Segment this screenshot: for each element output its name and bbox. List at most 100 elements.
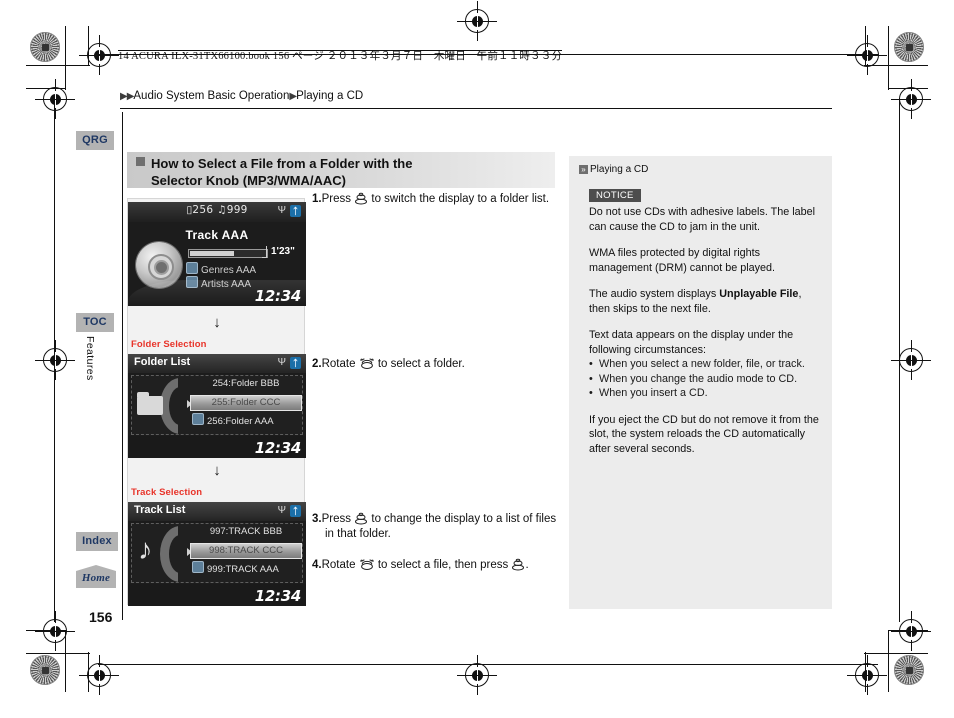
list-title: Folder List (134, 356, 191, 368)
list-title: Track List (134, 504, 186, 516)
heading-line-1: How to Select a File from a Folder with … (151, 156, 413, 171)
notice-paragraph-5: If you eject the CD but do not remove it… (589, 413, 819, 455)
registration-mark (35, 79, 75, 119)
clock: 12:34 (254, 439, 302, 457)
list-item: When you insert a CD. (589, 386, 822, 401)
step-4-mid: to select a file, then press (374, 559, 512, 571)
list-item[interactable]: 256:Folder AAA (192, 413, 300, 430)
sidebar-tab-toc[interactable]: TOC (76, 313, 114, 332)
folder-count: 256 (192, 204, 214, 216)
list-header: Folder List Ψ ᛏ (128, 354, 306, 373)
label-track-selection: Track Selection (131, 487, 203, 498)
sidebar-tab-index[interactable]: Index (76, 532, 118, 551)
list-item[interactable]: 254:Folder BBB (192, 378, 300, 395)
sidebar-tab-qrg[interactable]: QRG (76, 131, 114, 150)
genre-icon (186, 262, 198, 274)
list-item[interactable]: 997:TRACK BBB (192, 526, 300, 543)
clock: 12:34 (254, 287, 302, 305)
sidebar-label-features: Features (84, 336, 96, 381)
color-registration-dot (894, 655, 924, 685)
music-note-badge-icon (192, 561, 204, 573)
breadcrumb-marker-icon: ▶▶ (120, 91, 134, 102)
notice-badge: NOTICE (589, 189, 641, 202)
list-body: ♪ 997:TRACK BBB 998:TRACK CCC 999:TRACK … (131, 523, 303, 583)
music-note-icon: ♪ (134, 526, 188, 582)
usb-icon: Ψ (277, 205, 286, 216)
track-title: Track AAA (185, 228, 249, 242)
color-registration-dot (30, 32, 60, 62)
print-book-line-text: 14 ACURA ILX-31TX66100.book 156 ページ ２０１３… (118, 50, 563, 62)
list-item: When you change the audio mode to CD. (589, 372, 822, 387)
registration-mark (891, 340, 931, 380)
registration-mark (847, 655, 887, 695)
step-3: 3.Press to change the display to a list … (312, 512, 564, 542)
step-1-number: 1. (312, 193, 322, 205)
illustration-column: ▯256 ♫999 Ψ ᛏ Track AAA 1'23" Genres AAA… (127, 198, 306, 606)
list-body: 254:Folder BBB 255:Folder CCC 256:Folder… (131, 375, 303, 435)
sidebar-tab-home[interactable]: Home (76, 565, 116, 588)
selector-knob-press-icon (512, 558, 525, 571)
registration-mark (35, 611, 75, 651)
notice-paragraph-4: Text data appears on the display under t… (589, 329, 794, 356)
breadcrumb-divider (120, 108, 832, 109)
selector-knob-press-icon (355, 192, 368, 205)
usb-icon: Ψ (277, 505, 286, 516)
selector-knob-rotate-icon (359, 358, 374, 369)
print-book-line: 14 ACURA ILX-31TX66100.book 156 ページ ２０１３… (118, 48, 563, 63)
step-4-pre: Rotate (321, 559, 359, 571)
step-3-pre: Press (321, 513, 355, 525)
genre-text: Genres AAA (201, 265, 257, 276)
list-header: Track List Ψ ᛏ (128, 502, 306, 521)
step-1: 1.Press to switch the display to a folde… (312, 192, 564, 207)
bluetooth-icon: ᛏ (290, 205, 301, 217)
color-registration-dot (30, 655, 60, 685)
list-item: When you select a new folder, file, or t… (589, 357, 822, 372)
notice-paragraph-3: The audio system displays Unplayable Fil… (579, 287, 822, 316)
step-2-number: 2. (312, 358, 322, 370)
breadcrumb-topic[interactable]: Playing a CD (296, 90, 363, 102)
step-3-number: 3. (312, 513, 322, 525)
notice-panel: » Playing a CD NOTICE Do not use CDs with… (569, 156, 832, 609)
registration-mark (457, 1, 497, 41)
flow-arrow-down-icon: ↓ (213, 314, 221, 331)
selector-knob-rotate-icon (359, 559, 374, 570)
progress-end-tick (262, 246, 267, 258)
display-screen-folder-list: Folder List Ψ ᛏ 254:Folder BBB 255:Folde… (128, 354, 306, 458)
notice-p3-bold: Unplayable File (719, 288, 799, 300)
display-screen-now-playing: ▯256 ♫999 Ψ ᛏ Track AAA 1'23" Genres AAA… (128, 202, 306, 306)
folder-icon (134, 378, 188, 434)
step-2: 2.Rotate to select a folder. (312, 357, 564, 372)
breadcrumb-section[interactable]: Audio System Basic Operation (133, 90, 289, 102)
heading-line-2: Selector Knob (MP3/WMA/AAC) (151, 173, 346, 188)
genre-row: Genres AAA (186, 262, 256, 276)
music-note-badge-icon (192, 413, 204, 425)
registration-mark (79, 655, 119, 695)
breadcrumb: ▶▶Audio System Basic Operation▶Playing a… (120, 90, 363, 102)
selector-knob-press-icon (355, 512, 368, 525)
registration-mark (79, 35, 119, 75)
list-item-selected[interactable]: 255:Folder CCC (190, 395, 302, 411)
notice-paragraph-1: Do not use CDs with adhesive labels. The… (589, 206, 816, 233)
bluetooth-icon: ᛏ (290, 357, 301, 369)
music-note-badge-icon: ♫ (217, 204, 227, 216)
label-folder-selection: Folder Selection (131, 339, 207, 350)
notice-paragraph-2: WMA files protected by digital rights ma… (589, 247, 776, 274)
usb-icon: Ψ (277, 357, 286, 368)
registration-mark (457, 655, 497, 695)
content-left-rule (122, 112, 123, 620)
display-screen-track-list: Track List Ψ ᛏ ♪ 997:TRACK BBB 998:TRACK… (128, 502, 306, 606)
notice-panel-title: » Playing a CD (579, 164, 822, 175)
chevron-right-icon: » (579, 165, 588, 174)
notice-panel-title-text: Playing a CD (590, 164, 649, 175)
list-item[interactable]: 999:TRACK AAA (192, 561, 300, 578)
step-4: 4.Rotate to select a file, then press . (312, 558, 564, 573)
registration-mark (35, 340, 75, 380)
clock: 12:34 (254, 587, 302, 605)
registration-mark (891, 79, 931, 119)
step-1-post: to switch the display to a folder list. (368, 193, 550, 205)
notice-p3-a: The audio system displays (589, 288, 720, 300)
list-item-selected[interactable]: 998:TRACK CCC (190, 543, 302, 559)
flow-arrow-down-icon: ↓ (213, 462, 221, 479)
step-list: 1. Press to switch the display to a folde… (312, 192, 564, 571)
heading-bullet-icon (136, 157, 145, 166)
